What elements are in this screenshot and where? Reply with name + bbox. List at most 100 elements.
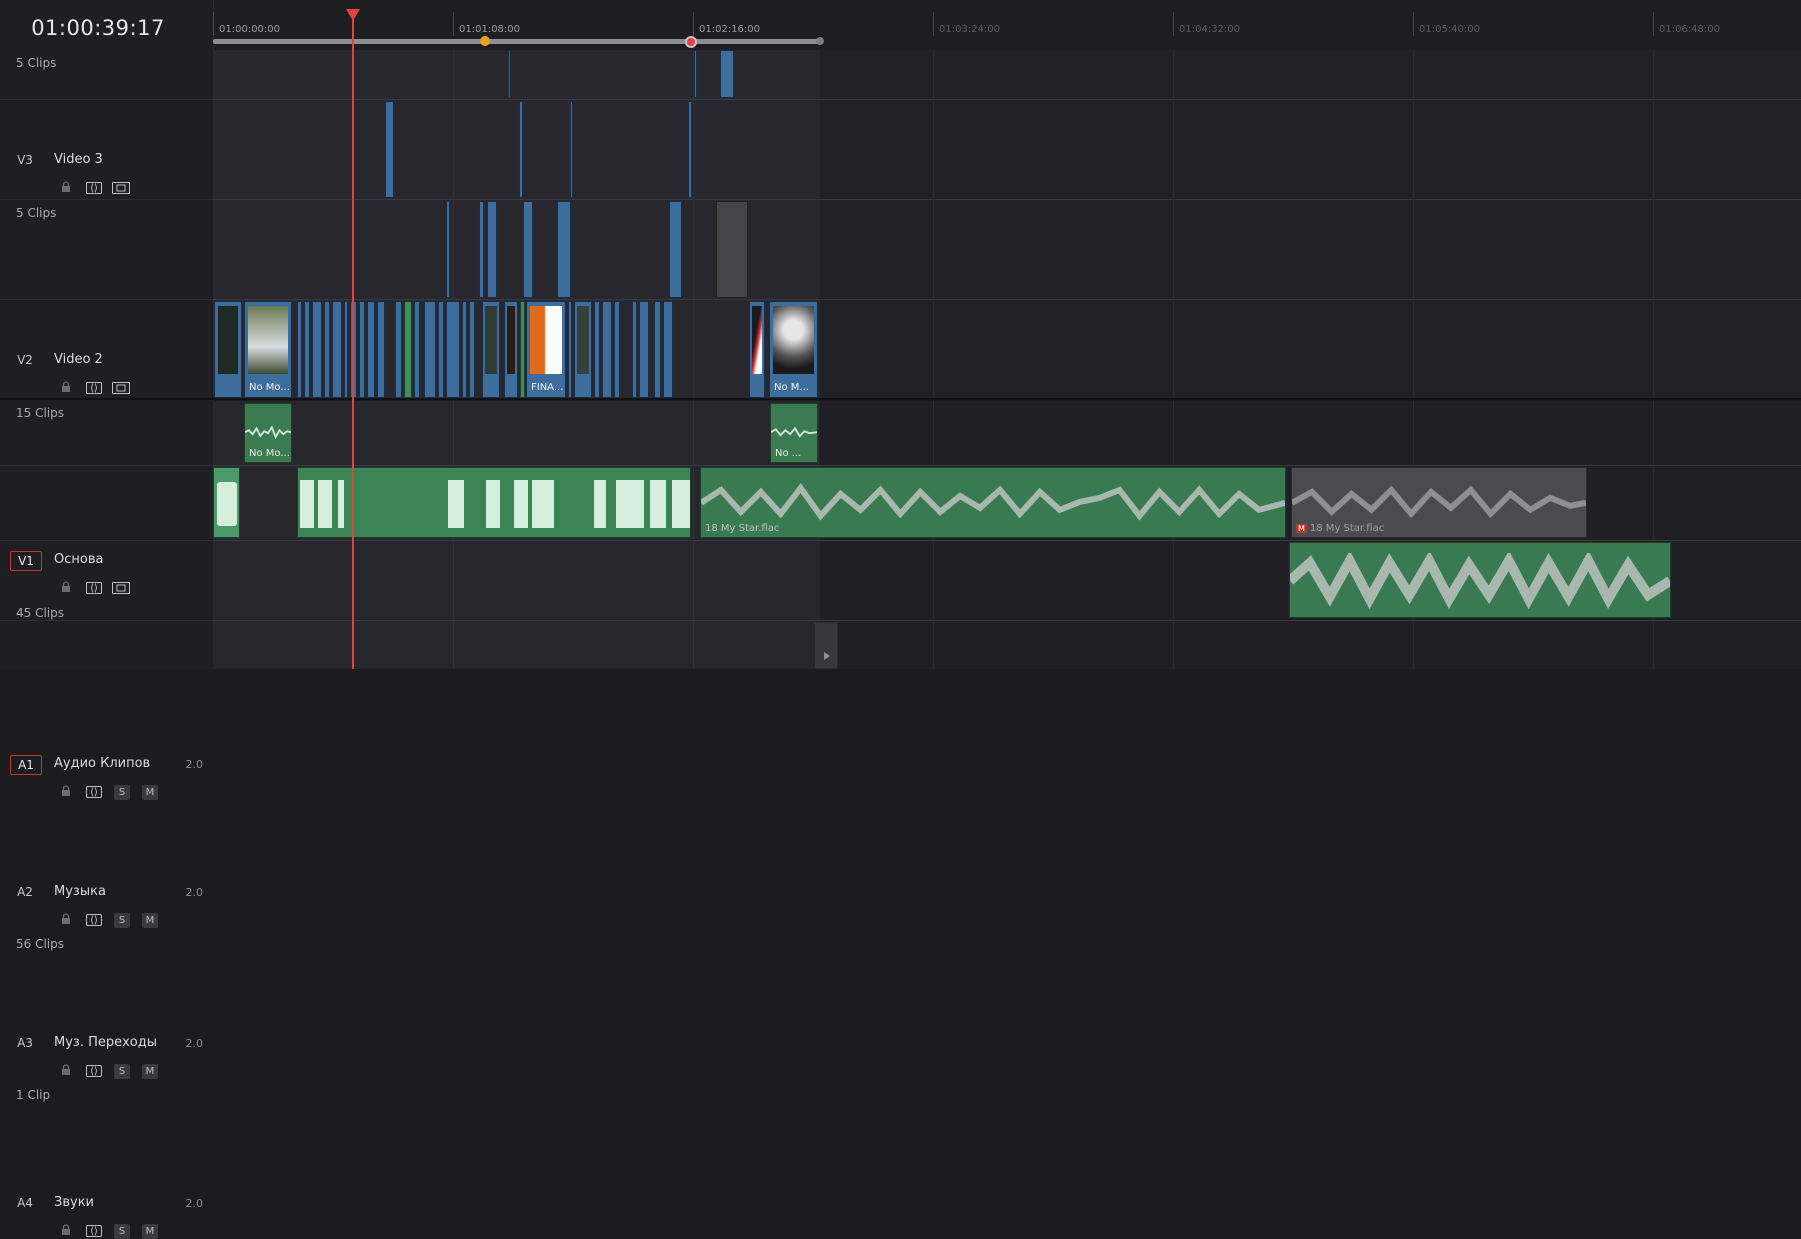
track-header-a1[interactable]: A1 Аудио Клипов 2.0 ⟨⟩ S M <box>0 401 213 800</box>
track-header-v3[interactable]: V3 Video 3 ⟨⟩ 5 Clips <box>0 99 213 220</box>
auto-select-icon[interactable]: ⟨⟩ <box>86 182 102 194</box>
mute-button[interactable]: M <box>142 1224 158 1239</box>
video-clip[interactable] <box>574 301 592 398</box>
scrub-end-handle[interactable] <box>816 37 824 45</box>
track-header-a3[interactable]: A3 Муз. Переходы 2.0 ⟨⟩ S M 1 Clip <box>0 540 213 1102</box>
video-clip[interactable]: No Mo... <box>244 301 292 398</box>
video-clip[interactable] <box>469 301 475 398</box>
lock-icon[interactable] <box>60 1064 72 1076</box>
video-clip-disabled[interactable] <box>716 201 748 298</box>
lock-icon[interactable] <box>60 181 72 193</box>
track-name[interactable]: Муз. Переходы <box>54 1035 157 1050</box>
playhead[interactable] <box>352 10 354 669</box>
video-clip-green[interactable] <box>404 301 412 398</box>
video-clip[interactable] <box>570 101 573 198</box>
video-clip[interactable] <box>508 50 511 98</box>
solo-button[interactable]: S <box>114 913 130 928</box>
auto-select-icon[interactable]: ⟨⟩ <box>86 786 102 798</box>
lock-icon[interactable] <box>60 1224 72 1236</box>
video-clip[interactable] <box>749 301 765 398</box>
video-clip[interactable] <box>614 301 620 398</box>
audio-clip[interactable] <box>297 467 691 538</box>
video-clip[interactable] <box>688 101 692 198</box>
video-clip[interactable] <box>482 301 500 398</box>
audio-clip-sound[interactable] <box>814 622 838 669</box>
track-id[interactable]: A1 <box>10 755 42 775</box>
video-clip[interactable] <box>312 301 322 398</box>
track-header-a2[interactable]: A2 Музыка 2.0 ⟨⟩ S M 56 Clips <box>0 465 213 951</box>
audio-clip[interactable]: No ... <box>770 403 818 463</box>
video-clip[interactable] <box>377 301 385 398</box>
video-clip[interactable] <box>487 201 497 298</box>
audio-clip-music[interactable]: 18 My Star.flac <box>700 467 1286 538</box>
audio-clip[interactable]: No Mo... <box>244 403 292 463</box>
video-clip[interactable] <box>720 50 734 98</box>
film-icon[interactable] <box>112 182 130 194</box>
video-clip[interactable] <box>639 301 649 398</box>
track-id[interactable]: A4 <box>10 1194 40 1212</box>
video-clip[interactable] <box>594 301 600 398</box>
track-header-a4[interactable]: A4 Звуки 2.0 ⟨⟩ S M <box>0 620 213 1239</box>
solo-button[interactable]: S <box>114 1064 130 1079</box>
video-clip[interactable] <box>304 301 310 398</box>
track-id[interactable]: A3 <box>10 1034 40 1052</box>
video-clip[interactable] <box>332 301 342 398</box>
track-header-v4[interactable]: 5 Clips <box>0 50 213 100</box>
auto-select-icon[interactable]: ⟨⟩ <box>86 914 102 926</box>
video-clip[interactable] <box>324 301 330 398</box>
video-clip[interactable] <box>568 301 572 398</box>
marker-orange[interactable] <box>480 36 490 46</box>
timecode-display[interactable]: 01:00:39:17 <box>0 0 214 50</box>
video-clip[interactable] <box>214 301 242 398</box>
playhead-handle[interactable] <box>346 9 360 21</box>
video-clip[interactable] <box>462 301 467 398</box>
video-clip[interactable] <box>424 301 436 398</box>
video-clip[interactable] <box>446 201 450 298</box>
video-clip[interactable] <box>557 201 571 298</box>
video-clip[interactable]: FINA... <box>526 301 566 398</box>
video-clip[interactable] <box>479 201 484 298</box>
video-clip[interactable] <box>438 301 444 398</box>
audio-clip-muted[interactable]: M 18 My Star.flac <box>1291 467 1587 538</box>
mute-button[interactable]: M <box>142 785 158 800</box>
track-id[interactable]: A2 <box>10 883 40 901</box>
audio-clip[interactable] <box>213 467 240 538</box>
solo-button[interactable]: S <box>114 1224 130 1239</box>
video-clip[interactable] <box>602 301 612 398</box>
video-clip-green[interactable] <box>520 301 525 398</box>
marker-red[interactable] <box>685 36 697 48</box>
video-clip[interactable] <box>385 101 394 198</box>
video-clip[interactable] <box>519 101 523 198</box>
video-clip[interactable] <box>359 301 365 398</box>
video-clip[interactable] <box>395 301 402 398</box>
video-clip[interactable] <box>694 50 697 98</box>
track-name[interactable]: Музыка <box>54 884 106 899</box>
video-clip[interactable] <box>344 301 348 398</box>
track-header-v2[interactable]: V2 Video 2 ⟨⟩ 15 Clips <box>0 199 213 420</box>
video-clip[interactable] <box>446 301 460 398</box>
auto-select-icon[interactable]: ⟨⟩ <box>86 1065 102 1077</box>
video-clip[interactable] <box>297 301 302 398</box>
video-clip[interactable] <box>632 301 637 398</box>
video-clip[interactable] <box>669 201 682 298</box>
auto-select-icon[interactable]: ⟨⟩ <box>86 1225 102 1237</box>
track-name[interactable]: Video 3 <box>54 152 103 167</box>
mute-button[interactable]: M <box>142 1064 158 1079</box>
video-clip[interactable] <box>504 301 518 398</box>
video-clip[interactable] <box>523 201 533 298</box>
timeline-scrub-bar[interactable] <box>213 39 820 44</box>
solo-button[interactable]: S <box>114 785 130 800</box>
track-header-v1[interactable]: V1 Основа ⟨⟩ 45 Clips <box>0 299 213 620</box>
video-audio-divider[interactable] <box>0 398 1801 400</box>
timeline-tracks[interactable]: No Mo... FINA... No M... No Mo... No ...… <box>213 50 1801 669</box>
video-clip[interactable]: No M... <box>769 301 818 398</box>
audio-clip-transition[interactable] <box>1289 542 1671 618</box>
video-clip[interactable] <box>663 301 673 398</box>
video-clip[interactable] <box>654 301 661 398</box>
video-clip[interactable] <box>367 301 375 398</box>
lock-icon[interactable] <box>60 785 72 797</box>
track-id[interactable]: V3 <box>10 151 40 169</box>
video-clip[interactable] <box>414 301 420 398</box>
lock-icon[interactable] <box>60 913 72 925</box>
track-name[interactable]: Звуки <box>54 1195 94 1210</box>
